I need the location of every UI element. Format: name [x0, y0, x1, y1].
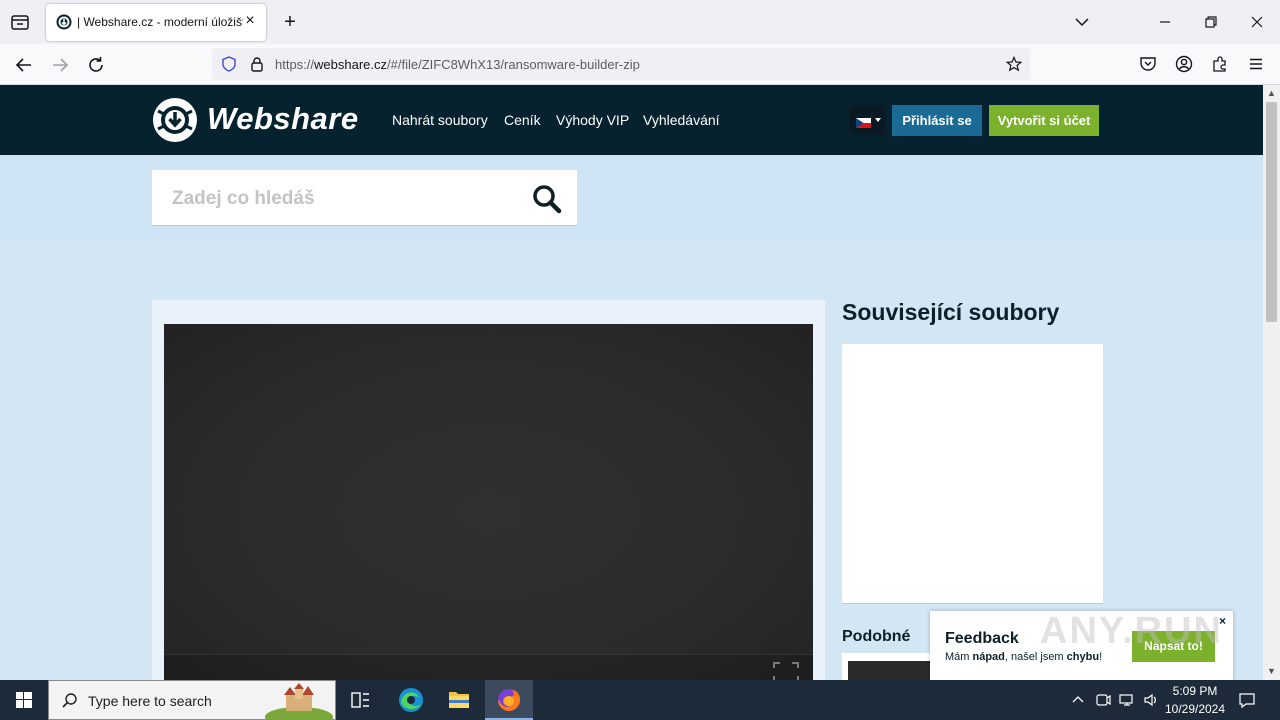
related-files-title: Související soubory [842, 299, 1060, 325]
search-icon[interactable] [530, 182, 564, 216]
fullscreen-icon[interactable] [773, 662, 799, 680]
browser-tab-bar: | Webshare.cz - moderní úložiště × + [0, 0, 1280, 44]
related-files-box [842, 344, 1103, 604]
url-prefix: https:// [275, 57, 315, 72]
chevron-down-icon [875, 118, 881, 122]
close-window-icon[interactable] [1247, 12, 1267, 32]
browser-navigation-bar: https://webshare.cz/#/file/ZIFC8WhX13/ra… [0, 44, 1280, 85]
feedback-text-idea: nápad [972, 651, 1005, 663]
url-path: /#/file/ZIFC8WhX13/ransomware-builder-zi… [387, 57, 640, 72]
anyrun-watermark: ANY.RUN [1040, 610, 1223, 652]
url-bar[interactable]: https://webshare.cz/#/file/ZIFC8WhX13/ra… [212, 48, 1030, 80]
similar-item[interactable] [842, 653, 942, 680]
volume-icon[interactable] [1143, 692, 1159, 708]
tray-chevron-up-icon[interactable] [1070, 692, 1086, 708]
clock-time[interactable]: 5:09 PM [1164, 684, 1226, 698]
url-text[interactable]: https://webshare.cz/#/file/ZIFC8WhX13/ra… [275, 57, 640, 72]
hamburger-menu-icon[interactable] [1247, 55, 1265, 73]
webshare-favicon-icon [56, 14, 72, 30]
meet-now-icon[interactable] [1095, 692, 1111, 708]
page-scrollbar[interactable]: ▲ ▼ [1263, 85, 1280, 680]
back-icon[interactable] [12, 53, 36, 77]
file-explorer-icon[interactable] [435, 680, 483, 720]
extensions-icon[interactable] [1211, 55, 1229, 73]
new-tab-icon[interactable]: + [280, 12, 300, 32]
feedback-text-before: Mám [945, 651, 973, 663]
lock-icon[interactable] [249, 56, 265, 72]
pocket-icon[interactable] [1139, 55, 1157, 73]
bookmark-star-icon[interactable] [1005, 56, 1023, 72]
notifications-icon[interactable] [1238, 691, 1256, 709]
taskbar-search-input[interactable]: Type here to search [48, 680, 336, 720]
webshare-page: Webshare Nahrát soubory Ceník Výhody VIP… [0, 85, 1263, 680]
file-detail-panel [152, 300, 825, 680]
firefox-icon[interactable] [485, 680, 533, 720]
search-icon [61, 692, 79, 710]
tab-webshare[interactable]: | Webshare.cz - moderní úložiště × [46, 4, 266, 41]
feedback-title: Feedback [945, 630, 1019, 647]
search-highlight-castle-icon [264, 683, 334, 720]
tracking-shield-icon[interactable] [221, 56, 237, 72]
menu-search[interactable]: Vyhledávání [643, 112, 720, 128]
create-account-button[interactable]: Vytvořit si účet [989, 105, 1099, 136]
task-view-icon[interactable] [336, 680, 384, 720]
webshare-logo-icon[interactable] [152, 97, 198, 143]
search-band: Zadej co hledáš [0, 155, 1263, 240]
language-selector[interactable] [849, 105, 885, 135]
windows-start-icon[interactable] [0, 680, 48, 720]
tab-list-icon[interactable] [8, 11, 32, 33]
menu-vip-benefits[interactable]: Výhody VIP [556, 112, 629, 128]
scroll-down-icon[interactable]: ▼ [1263, 663, 1280, 680]
menu-pricing[interactable]: Ceník [504, 112, 541, 128]
minimize-icon[interactable] [1155, 12, 1175, 32]
edge-icon[interactable] [387, 680, 435, 720]
search-placeholder: Zadej co hledáš [172, 188, 315, 209]
scroll-up-icon[interactable]: ▲ [1263, 85, 1280, 102]
logo-text[interactable]: Webshare [207, 101, 359, 137]
close-tab-icon[interactable]: × [242, 13, 258, 29]
url-host: webshare.cz [314, 57, 388, 72]
search-input[interactable]: Zadej co hledáš [152, 170, 577, 226]
login-button[interactable]: Přihlásit se [892, 105, 982, 136]
site-header: Webshare Nahrát soubory Ceník Výhody VIP… [0, 85, 1263, 155]
player-controls [164, 654, 813, 680]
account-icon[interactable] [1175, 55, 1193, 73]
clock-date[interactable]: 10/29/2024 [1164, 702, 1226, 716]
chevron-down-icon[interactable] [1072, 12, 1092, 32]
similar-title: Podobné [842, 628, 911, 645]
tab-title: | Webshare.cz - moderní úložiště [77, 15, 243, 29]
scroll-thumb[interactable] [1266, 102, 1277, 322]
czech-flag-icon [856, 115, 871, 128]
windows-taskbar: Type here to search 5:09 PM 10/29/2024 [0, 680, 1280, 720]
taskbar-search-placeholder: Type here to search [88, 693, 212, 709]
menu-upload[interactable]: Nahrát soubory [392, 112, 488, 128]
video-player[interactable] [164, 324, 813, 680]
restore-icon[interactable] [1201, 12, 1221, 32]
network-icon[interactable] [1119, 692, 1135, 708]
forward-icon[interactable] [48, 53, 72, 77]
reload-icon[interactable] [84, 53, 108, 77]
similar-thumbnail [848, 661, 936, 680]
